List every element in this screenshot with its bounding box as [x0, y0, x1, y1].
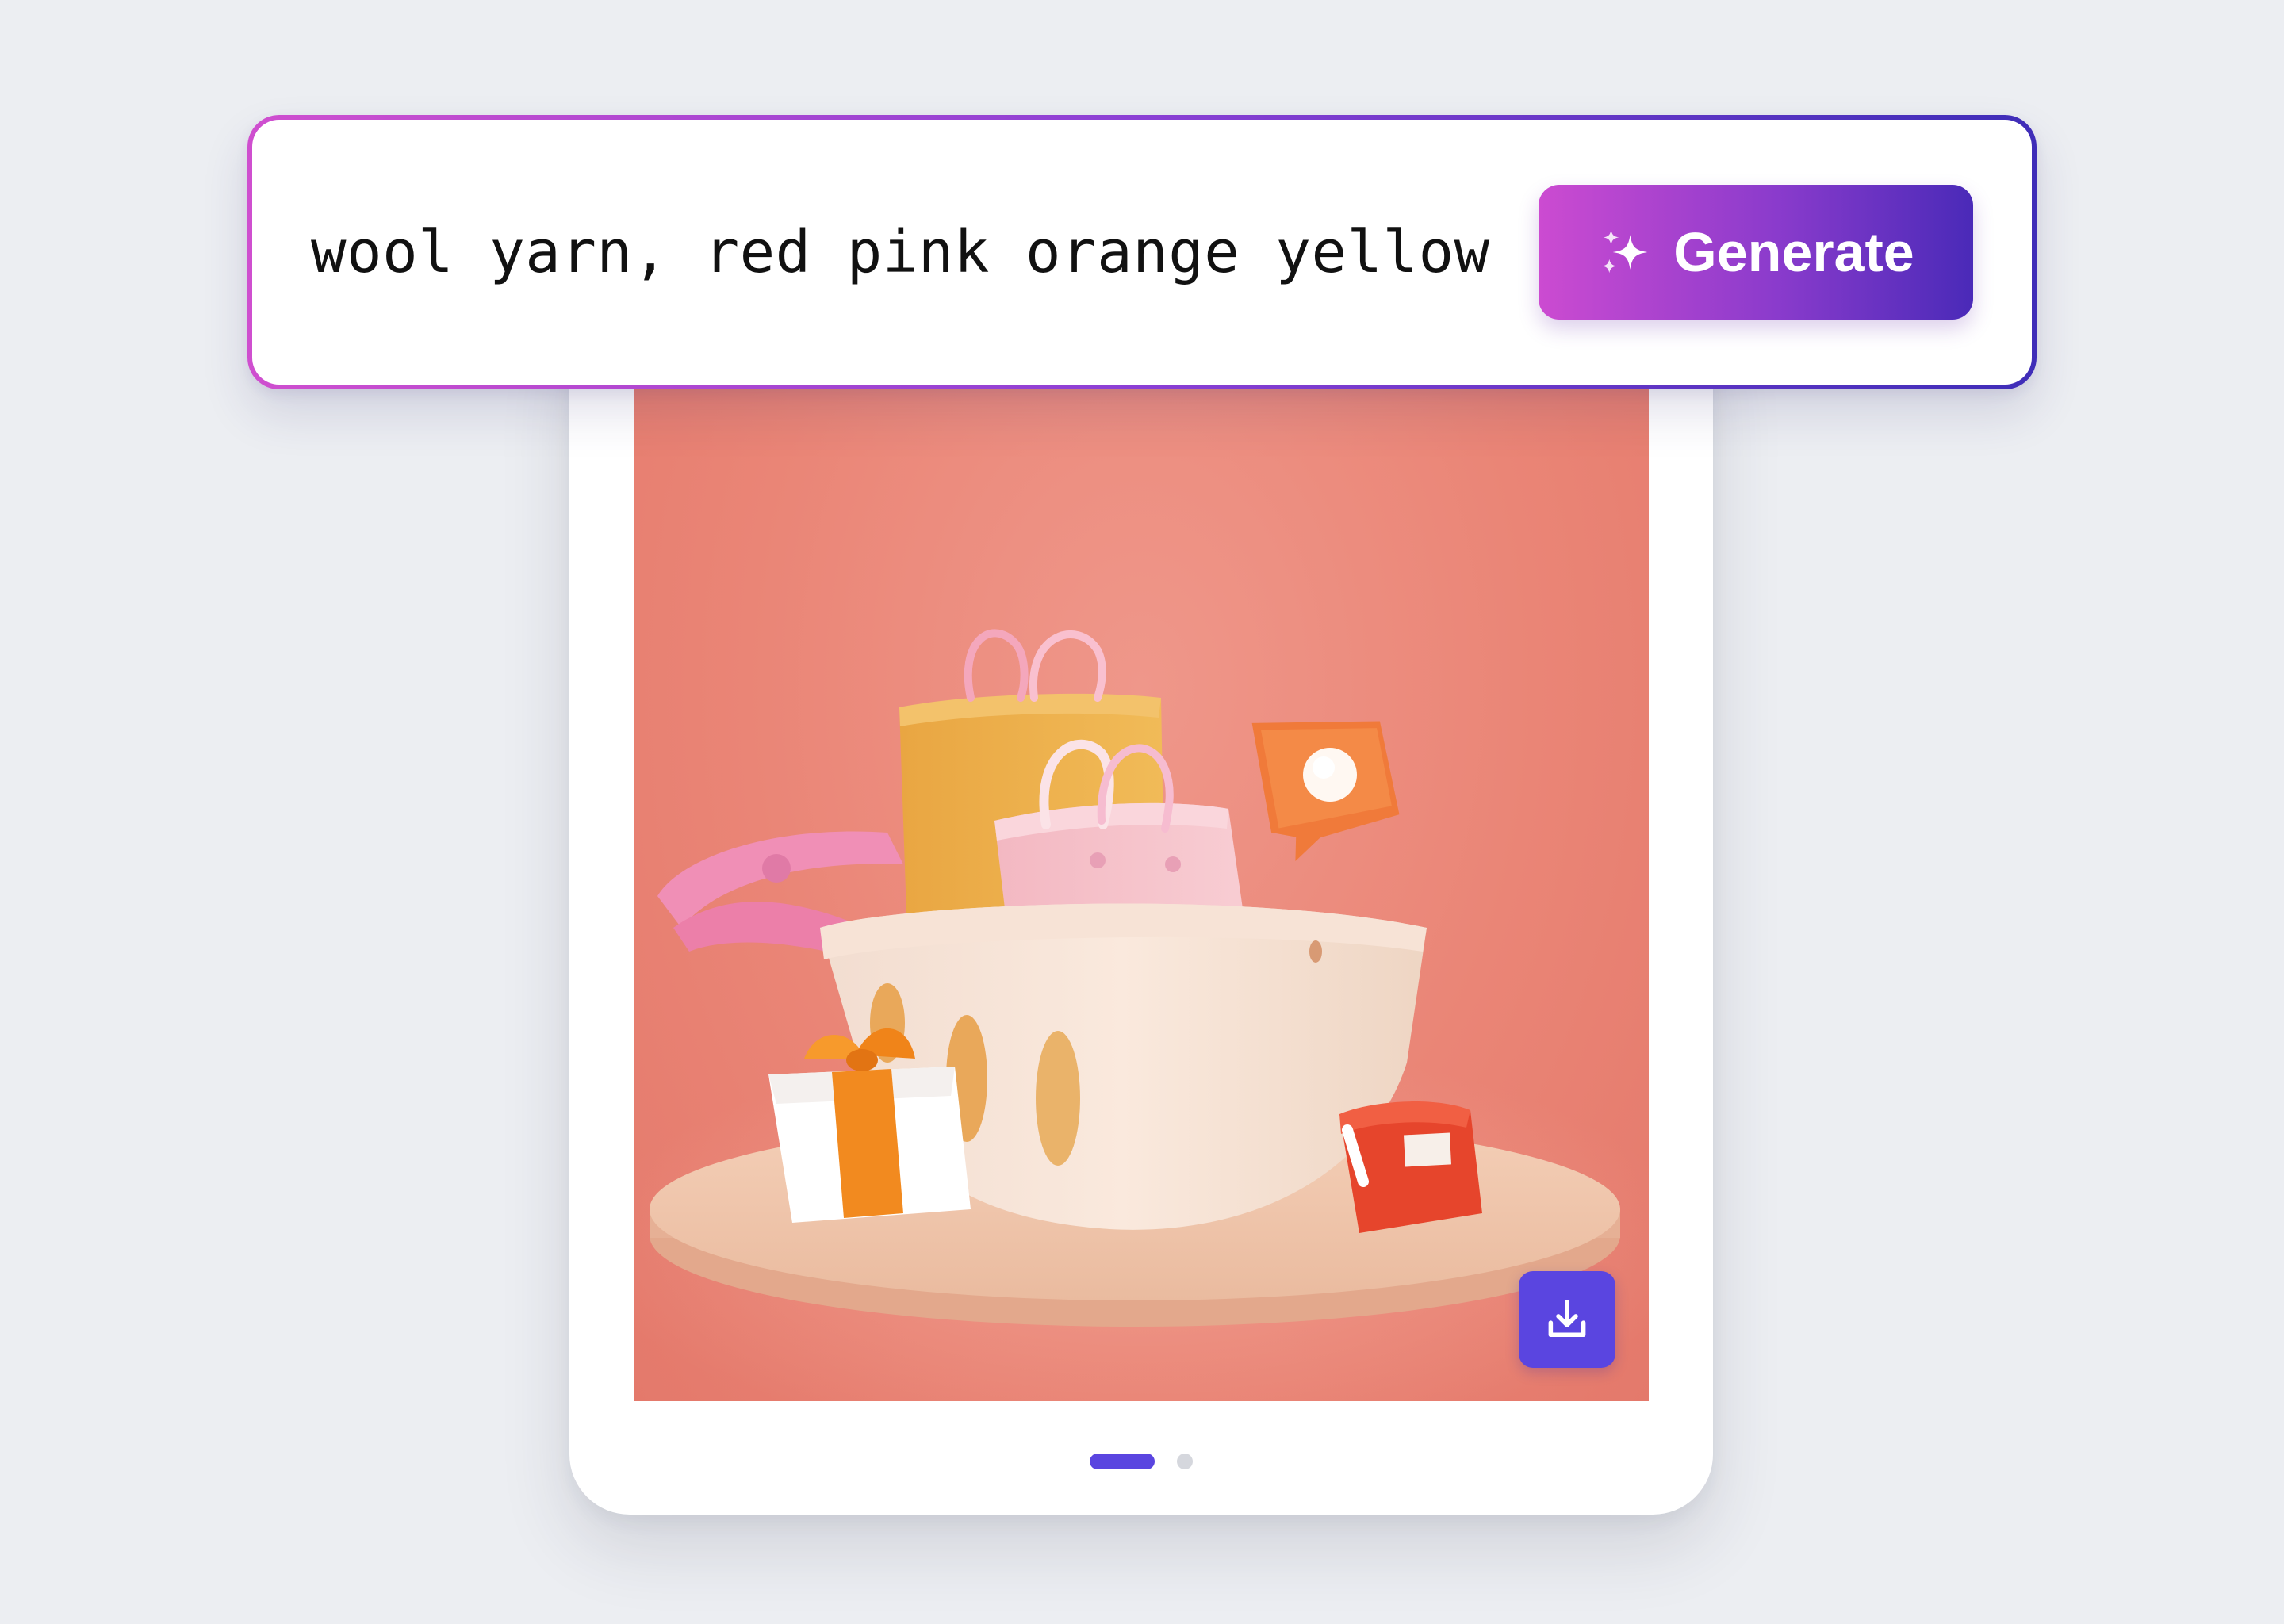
prompt-bar: wool yarn, red pink orange yellow Genera…: [247, 115, 2037, 389]
prompt-input[interactable]: wool yarn, red pink orange yellow: [311, 120, 1490, 385]
pager-dot[interactable]: [1177, 1454, 1193, 1469]
image-pager: [569, 1454, 1713, 1469]
result-card: [569, 301, 1713, 1515]
download-button[interactable]: [1519, 1271, 1615, 1368]
generated-image[interactable]: [634, 381, 1649, 1401]
sparkle-icon: [1602, 229, 1648, 274]
download-icon: [1548, 1300, 1586, 1337]
pager-dot-active[interactable]: [1090, 1454, 1155, 1469]
felt-basket-illustration: [634, 629, 1649, 1401]
generate-button[interactable]: Generate: [1539, 185, 1973, 320]
prompt-bar-inner: wool yarn, red pink orange yellow Genera…: [252, 120, 2032, 385]
generate-button-label: Generate: [1673, 221, 1914, 283]
